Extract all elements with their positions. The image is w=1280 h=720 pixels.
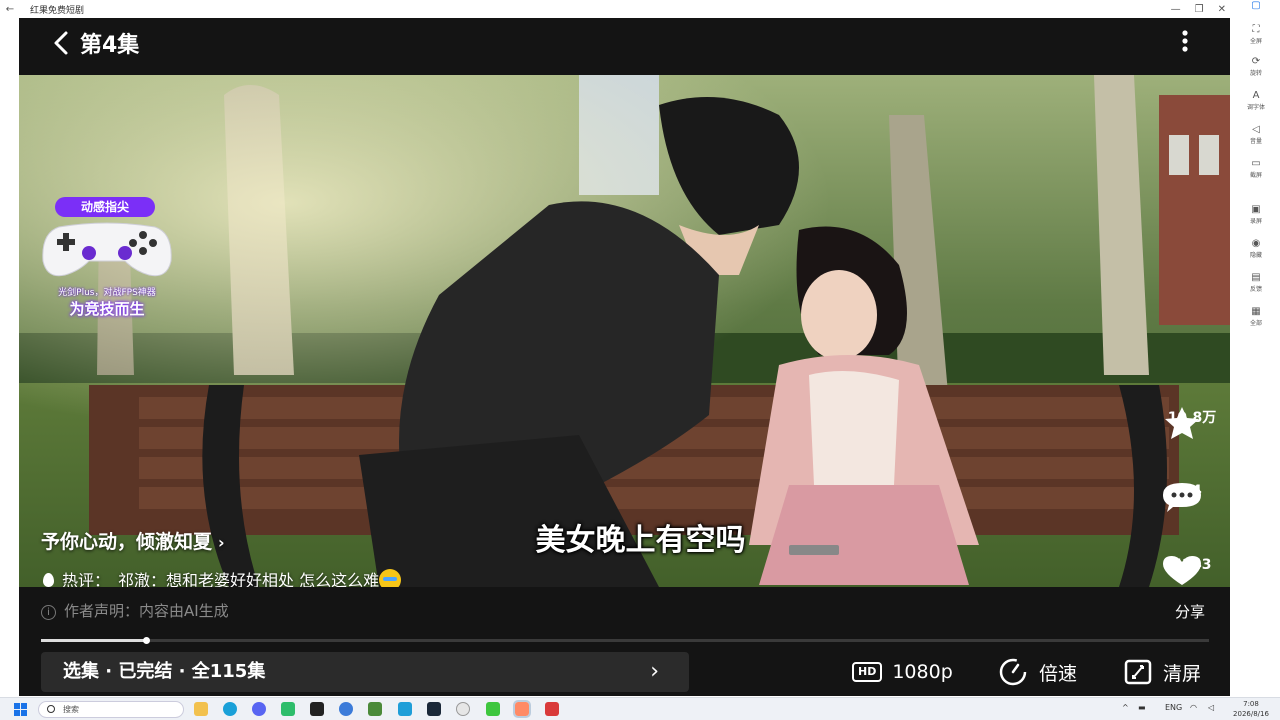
heart-icon [1163, 556, 1201, 585]
progress-handle[interactable] [143, 637, 151, 644]
comment-button[interactable]: 74 [1159, 481, 1225, 512]
restore-icon[interactable]: ❐ [1195, 4, 1204, 15]
ad-badge[interactable]: 动感指尖 光剑Plus，对战FPS神器 为竞技而生 [33, 195, 181, 323]
rotate-icon: ⟳ [1251, 56, 1261, 67]
player-topbar: 第4集 [19, 18, 1230, 75]
video-frame[interactable]: 动感指尖 光剑Plus，对战FPS神器 为竞技而生 予你心动，倾澈知夏 › 美女晚… [19, 75, 1230, 587]
chevron-right-icon: › [650, 659, 659, 684]
volume-icon: ◁ [1252, 124, 1260, 135]
speed-button[interactable]: 倍速 [997, 655, 1077, 689]
taskbar-search-placeholder: 搜索 [63, 705, 79, 714]
comment-icon [1163, 483, 1201, 512]
app-blue-icon[interactable] [339, 702, 353, 716]
search-icon [47, 705, 55, 713]
window-back-icon[interactable]: ← [0, 4, 20, 15]
font-icon: A [1252, 90, 1260, 101]
edge-browser-icon[interactable] [223, 702, 237, 716]
ad-badge-line1: 光剑Plus，对战FPS神器 [58, 288, 156, 298]
side-toolbar: ▢ ⛶ 全屏 ⟳ 旋转 A 调字体 ◁ 音量 ▭ 截屏 ▣ 录屏 ◉ 隐藏 ▤ 反馈 ▦ 全部 [1232, 0, 1280, 700]
app-active-icon[interactable] [513, 700, 531, 718]
side-tool-hide[interactable]: ◉ 隐藏 [1232, 238, 1280, 259]
video-scene-image [19, 75, 1230, 587]
speed-icon [999, 658, 1027, 686]
app-green-icon[interactable] [281, 702, 295, 716]
favorite-button[interactable]: 19.8万 [1159, 405, 1225, 439]
video-subtitle: 美女晚上有空吗 [535, 523, 746, 558]
more-icon[interactable] [1175, 26, 1195, 56]
taskbar: 搜索 ^ ▬ ENG ◠ ◁ 7:08 2026/8/16 [0, 697, 1280, 720]
app-circle-icon[interactable] [456, 702, 470, 716]
tray-lang[interactable]: ENG [1165, 703, 1182, 712]
ad-badge-tag: 动感指尖 [55, 197, 155, 217]
side-tool-record[interactable]: ▣ 录屏 [1232, 204, 1280, 225]
tray-volume-icon[interactable]: ◁ [1208, 703, 1214, 712]
clear-screen-label: 清屏 [1163, 662, 1202, 685]
clock-date: 2026/8/16 [1233, 710, 1269, 718]
close-icon[interactable]: ✕ [1218, 4, 1226, 15]
back-icon[interactable] [47, 28, 77, 58]
app-z-icon[interactable] [310, 702, 324, 716]
side-tool-font[interactable]: A 调字体 [1232, 90, 1280, 111]
side-tool-volume[interactable]: ◁ 音量 [1232, 124, 1280, 145]
side-tool-fullscreen[interactable]: ⛶ 全屏 [1232, 24, 1280, 45]
side-tool-rotate[interactable]: ⟳ 旋转 [1232, 56, 1280, 77]
info-icon: i [41, 605, 56, 620]
quality-button[interactable]: HD 1080p [852, 655, 953, 689]
app-game-icon[interactable] [486, 702, 500, 716]
record-icon: ▣ [1251, 204, 1261, 215]
steam-icon[interactable] [427, 702, 441, 716]
clear-screen-button[interactable]: 清屏 [1123, 655, 1201, 689]
flame-icon [43, 573, 54, 587]
gamepad-icon [42, 222, 172, 277]
window-titlebar: ← 红果免费短剧 — ❐ ✕ [0, 0, 1280, 18]
app-red-icon[interactable] [545, 702, 559, 716]
discord-icon[interactable] [252, 702, 266, 716]
file-explorer-icon[interactable] [194, 702, 208, 716]
hd-icon: HD [852, 662, 883, 682]
tray-wifi-icon[interactable]: ◠ [1190, 703, 1197, 712]
episode-title: 第4集 [80, 33, 140, 58]
progress-bar[interactable] [41, 637, 1209, 644]
side-tool-feedback[interactable]: ▤ 反馈 [1232, 272, 1280, 293]
panel-icon[interactable]: ▢ [1232, 0, 1280, 12]
episode-selector[interactable]: 选集 · 已完结 · 全115集 › [41, 652, 689, 692]
windows-start-icon[interactable] [14, 703, 27, 716]
clear-screen-icon [1124, 659, 1152, 685]
taskbar-clock[interactable]: 7:08 2026/8/16 [1226, 699, 1276, 719]
crying-emoji-icon [379, 569, 402, 587]
feedback-icon: ▤ [1251, 272, 1261, 283]
app-doc-icon[interactable] [398, 702, 412, 716]
screenshot-icon: ▭ [1251, 158, 1261, 169]
tray-chevron-icon[interactable]: ^ [1122, 703, 1129, 712]
tray-network-icon[interactable]: ▬ [1138, 703, 1146, 712]
side-tool-all[interactable]: ▦ 全部 [1232, 306, 1280, 327]
share-label[interactable]: 分享 [1175, 601, 1205, 622]
progress-fill [41, 639, 147, 642]
hide-icon: ◉ [1251, 238, 1261, 249]
taskbar-search[interactable]: 搜索 [38, 701, 184, 718]
clock-time: 7:08 [1243, 700, 1259, 708]
ad-badge-line2: 为竞技而生 [69, 300, 145, 318]
fullscreen-icon: ⛶ [1252, 24, 1260, 35]
minimize-icon[interactable]: — [1171, 4, 1181, 15]
ai-disclaimer: i 作者声明：内容由AI生成 [41, 600, 229, 621]
window-title: 红果免费短剧 [30, 5, 85, 16]
star-icon [1165, 407, 1199, 439]
like-button[interactable]: 4243 [1159, 555, 1225, 585]
side-tool-screenshot[interactable]: ▭ 截屏 [1232, 158, 1280, 179]
all-icon: ▦ [1251, 306, 1261, 317]
hot-comment[interactable]: 热评： 祁澈：想和老婆好好相处 怎么这么难 [43, 567, 402, 587]
speed-label: 倍速 [1039, 662, 1078, 685]
video-player: 第4集 动感指尖 光剑Plus，对战FPS神器 为竞技而生 予你心动，倾澈知夏 … [19, 18, 1230, 696]
episode-selector-label: 选集 · 已完结 · 全115集 [63, 661, 266, 682]
minecraft-icon[interactable] [368, 702, 382, 716]
hot-comment-label: 热评： [62, 571, 111, 587]
quality-label: 1080p [892, 661, 953, 683]
side-tool-top-icons: ▢ [1232, 0, 1280, 12]
disclaimer-text: 作者声明：内容由AI生成 [64, 602, 229, 620]
hot-comment-text: 祁澈：想和老婆好好相处 怎么这么难 [118, 571, 380, 587]
